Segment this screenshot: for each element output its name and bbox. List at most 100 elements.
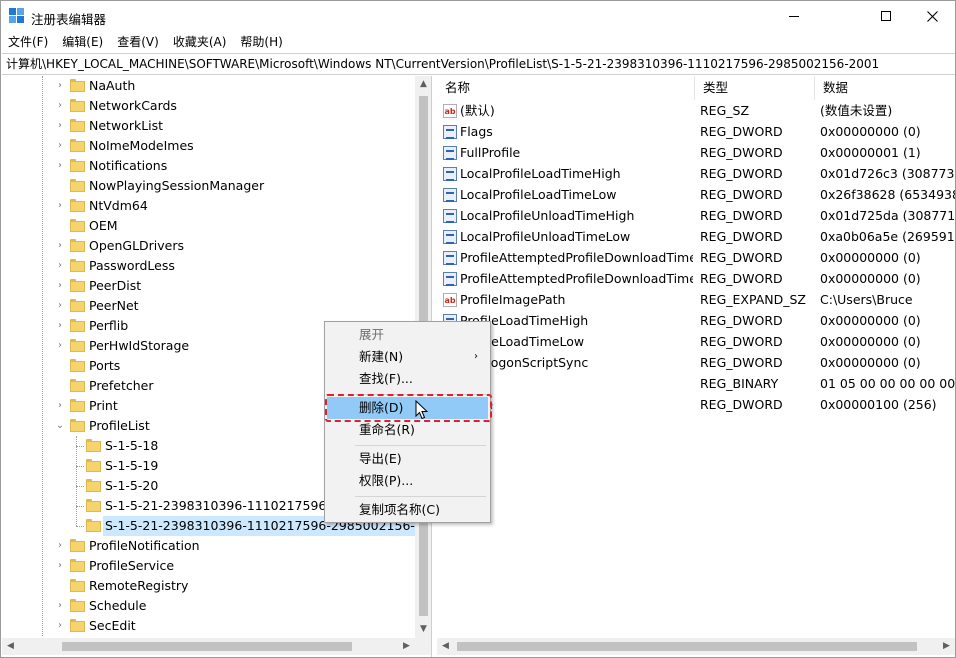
tree-item[interactable]: › PasswordLess — [2, 256, 415, 276]
chevron-right-icon[interactable]: › — [54, 256, 66, 276]
chevron-right-icon[interactable]: › — [54, 96, 66, 116]
menu-file[interactable]: 文件(F) — [1, 32, 55, 52]
value-row[interactable]: LocalProfileLoadTimeLow REG_DWORD 0x26f386… — [437, 184, 955, 205]
scroll-left-icon[interactable]: ◀ — [437, 638, 454, 655]
column-header-type[interactable]: 类型 — [695, 76, 815, 100]
tree-hscroll-thumb[interactable] — [62, 642, 352, 651]
chevron-down-icon[interactable]: ⌄ — [54, 416, 66, 436]
column-header-data[interactable]: 数据 — [815, 76, 955, 100]
chevron-right-icon[interactable]: › — [54, 336, 66, 356]
ctx-permissions[interactable]: 权限(P)... — [327, 470, 488, 492]
value-name: LocalProfileUnloadTimeLow — [460, 229, 631, 244]
values-hscroll-thumb[interactable] — [457, 642, 917, 651]
ctx-rename[interactable]: 重命名(R) — [327, 419, 488, 441]
value-row[interactable]: LocalProfileUnloadTimeHigh REG_DWORD 0x01d… — [437, 205, 955, 226]
chevron-right-icon[interactable]: › — [54, 396, 66, 416]
scroll-right-icon[interactable]: ▶ — [398, 638, 415, 655]
values-horizontal-scrollbar[interactable]: ◀ ▶ — [437, 638, 955, 655]
ctx-copy-key-name[interactable]: 复制项名称(C) — [327, 499, 488, 521]
scroll-down-icon[interactable]: ▼ — [415, 621, 431, 638]
tree-item[interactable]: › OpenGLDrivers — [2, 236, 415, 256]
scroll-up-icon[interactable]: ▲ — [415, 76, 431, 93]
chevron-right-icon[interactable]: › — [54, 556, 66, 576]
tree-item-label: NowPlayingSessionManager — [89, 178, 265, 193]
address-bar[interactable]: 计算机\HKEY_LOCAL_MACHINE\SOFTWARE\Microsof… — [2, 53, 955, 75]
menu-edit[interactable]: 编辑(E) — [55, 32, 110, 52]
menu-view[interactable]: 查看(V) — [110, 32, 166, 52]
scroll-right-icon[interactable]: ▶ — [938, 638, 955, 655]
value-row[interactable]: StateREG_DWORD0x00000100 (256) — [437, 394, 955, 415]
value-row[interactable]: Flags REG_DWORD 0x00000000 (0) — [437, 121, 955, 142]
chevron-right-icon[interactable]: › — [54, 116, 66, 136]
value-row[interactable]: ProfileAttemptedProfileDownloadTime... RE… — [437, 268, 955, 289]
tree-item[interactable]: › ProfileService — [2, 556, 415, 576]
chevron-right-icon[interactable]: › — [54, 76, 66, 96]
tree-item[interactable]: › PeerDist — [2, 276, 415, 296]
chevron-right-icon[interactable]: › — [54, 316, 66, 336]
tree-item[interactable]: › PeerNet — [2, 296, 415, 316]
string-value-icon: ab — [443, 292, 457, 307]
value-row[interactable]: ProfileLoadTimeLow REG_DWORD 0x00000000 (0… — [437, 331, 955, 352]
chevron-right-icon[interactable]: › — [54, 536, 66, 556]
value-row[interactable]: ProfileAttemptedProfileDownloadTime... RE… — [437, 247, 955, 268]
value-row[interactable]: ab (默认) REG_SZ (数值未设置) — [437, 100, 955, 121]
tree-item[interactable]: › SecEdit — [2, 616, 415, 636]
chevron-right-icon[interactable]: › — [54, 296, 66, 316]
close-button[interactable] — [909, 1, 955, 31]
column-header-name[interactable]: 名称 — [437, 76, 695, 100]
chevron-right-icon[interactable]: › — [54, 596, 66, 616]
ctx-new[interactable]: 新建(N) › — [327, 346, 488, 368]
value-row[interactable]: RunLogonScriptSync REG_DWORD 0x00000000 (0… — [437, 352, 955, 373]
maximize-button[interactable] — [863, 1, 909, 31]
value-name: ProfileAttemptedProfileDownloadTime... — [460, 271, 693, 286]
chevron-right-icon[interactable]: › — [54, 156, 66, 176]
menu-help[interactable]: 帮助(H) — [233, 32, 289, 52]
folder-icon — [70, 219, 85, 232]
chevron-right-icon[interactable]: › — [54, 616, 66, 636]
tree-item[interactable]: › NaAuth — [2, 76, 415, 96]
tree-horizontal-scrollbar[interactable]: ◀ ▶ — [2, 638, 415, 655]
tree-item[interactable]: › Schedule — [2, 596, 415, 616]
chevron-right-icon[interactable]: › — [54, 236, 66, 256]
value-type: REG_DWORD — [700, 124, 783, 139]
folder-icon — [86, 439, 101, 452]
minimize-button[interactable] — [771, 1, 817, 31]
tree-item[interactable]: NowPlayingSessionManager — [2, 176, 415, 196]
chevron-right-icon[interactable]: › — [54, 136, 66, 156]
ctx-find[interactable]: 查找(F)... — [327, 368, 488, 390]
ctx-export[interactable]: 导出(E) — [327, 448, 488, 470]
menu-favorites[interactable]: 收藏夹(A) — [166, 32, 234, 52]
value-row[interactable]: FullProfile REG_DWORD 0x00000001 (1) — [437, 142, 955, 163]
value-row[interactable]: LocalProfileUnloadTimeLow REG_DWORD 0xa0b0… — [437, 226, 955, 247]
value-row[interactable]: ProfileLoadTimeHigh REG_DWORD 0x00000000 (… — [437, 310, 955, 331]
value-name: FullProfile — [460, 145, 521, 160]
chevron-right-icon[interactable]: › — [54, 276, 66, 296]
chevron-right-icon[interactable]: › — [54, 196, 66, 216]
value-row[interactable]: LocalProfileLoadTimeHigh REG_DWORD 0x01d72… — [437, 163, 955, 184]
value-name-cell: ab (默认) — [443, 100, 693, 121]
value-type: REG_BINARY — [700, 376, 779, 391]
tree-item[interactable]: › ProfileNotification — [2, 536, 415, 556]
tree-item[interactable]: › NoImeModeImes — [2, 136, 415, 156]
value-data: (数值未设置) — [820, 103, 893, 118]
value-data: 0x00000000 (0) — [820, 271, 921, 286]
value-row[interactable]: ab ProfileImagePath REG_EXPAND_SZ C:\Users\… — [437, 289, 955, 310]
tree-item[interactable]: RemoteRegistry — [2, 576, 415, 596]
tree-item[interactable]: OEM — [2, 216, 415, 236]
tree-item[interactable]: › NetworkList — [2, 116, 415, 136]
folder-icon — [70, 299, 85, 312]
value-row[interactable]: SidREG_BINARY01 05 00 00 00 00 00 05 — [437, 373, 955, 394]
scroll-left-icon[interactable]: ◀ — [2, 638, 19, 655]
folder-icon — [70, 399, 85, 412]
value-type: REG_DWORD — [700, 313, 783, 328]
value-type: REG_DWORD — [700, 187, 783, 202]
value-name: LocalProfileLoadTimeLow — [460, 187, 617, 202]
scroll-corner — [415, 638, 431, 655]
tree-item[interactable]: › NtVdm64 — [2, 196, 415, 216]
value-data: 0x00000000 (0) — [820, 313, 921, 328]
registry-editor-window: 注册表编辑器 文件(F) 编辑(E) 查看(V) 收藏夹(A) 帮助(H) 计算… — [0, 0, 956, 658]
value-name: Flags — [460, 124, 493, 139]
tree-item-label: RemoteRegistry — [89, 578, 189, 593]
tree-item[interactable]: › Notifications — [2, 156, 415, 176]
tree-item[interactable]: › NetworkCards — [2, 96, 415, 116]
